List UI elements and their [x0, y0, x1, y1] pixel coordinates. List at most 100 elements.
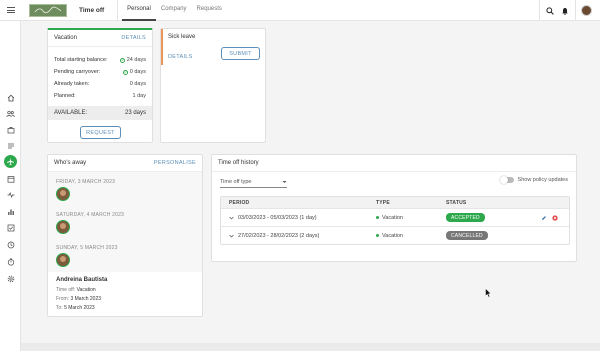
- history-table: PERIOD TYPE STATUS 03/03/2023 - 05/03/20…: [220, 196, 570, 245]
- plane-icon[interactable]: [4, 155, 17, 168]
- person-avatar[interactable]: [56, 253, 70, 267]
- top-bar: Time off Personal Company Requests: [0, 0, 600, 21]
- to-label: To:: [56, 305, 63, 311]
- request-button[interactable]: REQUEST: [80, 126, 121, 139]
- person-name: Andreina Bautista: [56, 277, 108, 283]
- column-header-type: TYPE: [376, 199, 390, 206]
- table-row[interactable]: 27/02/2023 - 28/02/2023 (2 days) Vacatio…: [221, 226, 569, 244]
- type-cell: Vacation: [376, 233, 446, 239]
- vacation-card-title: Vacation: [54, 35, 77, 41]
- delete-icon[interactable]: [552, 214, 558, 221]
- gear-icon[interactable]: [5, 273, 16, 284]
- day-label: SATURDAY, 4 MARCH 2023: [56, 212, 125, 218]
- activity-icon[interactable]: [5, 189, 16, 200]
- vacation-balance-card: Vacation DETAILS Total starting balance:…: [47, 28, 153, 143]
- type-text: Vacation: [382, 214, 403, 221]
- divider: [117, 0, 119, 21]
- calendar-icon[interactable]: [5, 173, 16, 184]
- tab-personal[interactable]: Personal: [122, 0, 156, 21]
- whos-away-title: Who's away: [54, 160, 87, 166]
- from-line: From: 3 March 2023: [56, 296, 194, 302]
- personalise-link[interactable]: PERSONALISE: [154, 160, 196, 166]
- menu-icon[interactable]: [0, 0, 21, 21]
- to-value: 5 March 2023: [64, 305, 95, 311]
- vacation-card-header: Vacation DETAILS: [48, 30, 152, 47]
- status-badge: CANCELLED: [446, 231, 488, 240]
- from-value: 3 March 2023: [70, 296, 102, 302]
- table-header: PERIOD TYPE STATUS: [221, 197, 569, 208]
- balance-value: 0 days: [122, 69, 146, 75]
- period-cell: 27/02/2023 - 28/02/2023 (2 days): [221, 233, 376, 239]
- page-title: Time off: [79, 6, 105, 14]
- balance-value-text: 1 day: [132, 93, 146, 99]
- chevron-down-icon[interactable]: [229, 234, 234, 238]
- available-value: 23 days: [124, 110, 146, 116]
- bell-icon[interactable]: [560, 6, 570, 16]
- top-right-actions: [539, 0, 592, 21]
- mouse-cursor-icon: [485, 288, 492, 298]
- status-cell: ACCEPTED: [446, 213, 541, 222]
- balance-value-text: 0 days: [129, 69, 146, 75]
- whos-away-header: Who's away PERSONALISE: [48, 155, 202, 172]
- balance-value-text: 24 days: [126, 57, 146, 63]
- history-title: Time off history: [218, 160, 259, 166]
- person-avatar[interactable]: [56, 187, 70, 201]
- balance-label: Pending carryover:: [54, 69, 101, 75]
- history-header: Time off history: [212, 155, 576, 172]
- checklist-icon[interactable]: [5, 222, 16, 233]
- people-icon[interactable]: [5, 108, 16, 119]
- person-avatar[interactable]: [56, 220, 70, 234]
- away-person-details: Andreina Bautista Time off: Vacation Fro…: [48, 272, 202, 319]
- balance-row-planned: Planned: 1 day: [54, 90, 146, 102]
- briefcase-icon[interactable]: [5, 124, 16, 135]
- timeoff-type-line: Time off: Vacation: [56, 287, 194, 293]
- table-row[interactable]: 03/03/2023 - 05/03/2023 (1 day) Vacation…: [221, 208, 569, 226]
- time-off-history-card: Time off history Time off type Show poli…: [211, 154, 577, 262]
- balance-row-taken: Already taken: 0 days: [54, 78, 146, 90]
- balance-row-carryover: Pending carryover: 0 days: [54, 66, 146, 78]
- balance-label: Already taken:: [54, 81, 90, 87]
- period-text: 03/03/2023 - 05/03/2023 (1 day): [238, 214, 317, 221]
- company-logo[interactable]: [29, 3, 67, 17]
- list-icon[interactable]: [5, 140, 16, 151]
- home-icon[interactable]: [5, 92, 16, 103]
- available-balance-bar: AVAILABLE: 23 days: [48, 106, 152, 120]
- submit-button[interactable]: SUBMIT: [221, 47, 260, 60]
- available-label: AVAILABLE:: [54, 110, 88, 116]
- balance-list: Total starting balance: 24 days Pending …: [48, 47, 152, 102]
- balance-value-text: 0 days: [129, 81, 146, 87]
- to-line: To: 5 March 2023: [56, 305, 194, 311]
- period-text: 27/02/2023 - 28/02/2023 (2 days): [238, 232, 320, 239]
- status-badge: ACCEPTED: [446, 213, 485, 222]
- from-label: From:: [56, 296, 70, 302]
- sick-leave-card: Sick leave SUBMIT DETAILS: [160, 28, 266, 143]
- bar-chart-icon[interactable]: [5, 206, 16, 217]
- time-off-type-select[interactable]: Time off type: [220, 177, 287, 188]
- timer-icon[interactable]: [5, 256, 16, 267]
- left-navigation: [0, 21, 21, 351]
- select-placeholder: Time off type: [220, 179, 252, 185]
- period-cell: 03/03/2023 - 05/03/2023 (1 day): [221, 215, 376, 221]
- away-calendar-list: FRIDAY, 3 MARCH 2023 SATURDAY, 4 MARCH 2…: [48, 172, 202, 272]
- clock-icon[interactable]: [5, 239, 16, 250]
- whos-away-card: Who's away PERSONALISE FRIDAY, 3 MARCH 2…: [47, 154, 203, 317]
- show-policy-updates-toggle[interactable]: [499, 175, 514, 184]
- search-icon[interactable]: [545, 6, 555, 16]
- vacation-details-link[interactable]: DETAILS: [121, 35, 146, 41]
- type-cell: Vacation: [376, 215, 446, 221]
- column-header-period: PERIOD: [229, 199, 250, 206]
- tab-bar: Personal Company Requests: [122, 0, 227, 21]
- caret-down-icon: [282, 181, 287, 183]
- user-avatar[interactable]: [581, 5, 592, 16]
- timeoff-type-value: Vacation: [76, 287, 96, 293]
- tab-company[interactable]: Company: [156, 0, 192, 21]
- tab-requests[interactable]: Requests: [192, 0, 227, 21]
- status-cell: CANCELLED: [446, 231, 541, 240]
- sick-leave-details-link[interactable]: DETAILS: [168, 54, 193, 60]
- divider: [539, 0, 540, 21]
- timeoff-type-label: Time off:: [56, 287, 76, 293]
- edit-pencil-icon[interactable]: [541, 215, 547, 221]
- type-dot-icon: [376, 216, 379, 219]
- chevron-down-icon[interactable]: [229, 216, 234, 220]
- toggle-label: Show policy updates: [517, 177, 568, 183]
